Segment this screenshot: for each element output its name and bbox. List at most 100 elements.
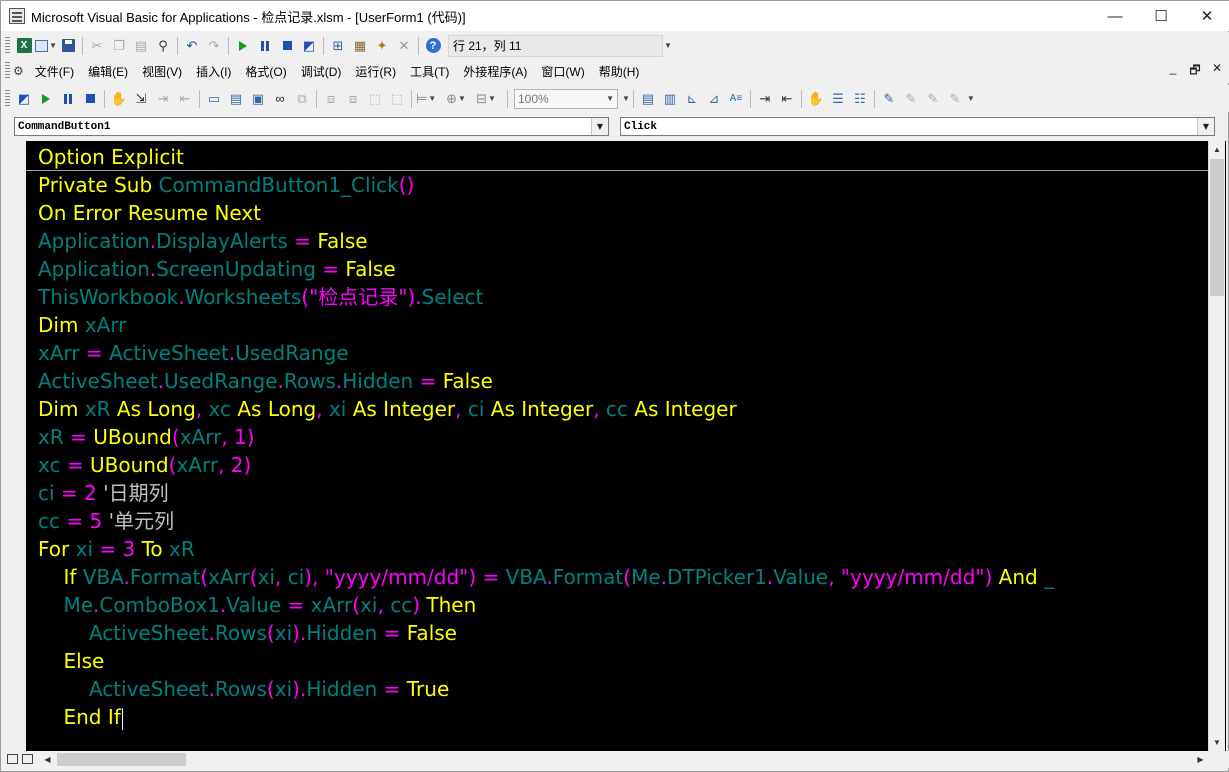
vertical-scrollbar[interactable]: ▲ ▼ [1208,141,1225,751]
code-line[interactable]: Application.ScreenUpdating = False [26,255,1208,283]
vertical-scroll-thumb[interactable] [1210,159,1224,296]
reset-button[interactable] [276,35,298,57]
menu-file[interactable]: 文件(F) [28,60,81,82]
break-button[interactable] [254,35,276,57]
comment-block-button[interactable]: ☰ [827,88,849,110]
scroll-down-button[interactable]: ▼ [1209,734,1225,751]
send-to-back-button[interactable]: ⧈ [342,88,364,110]
menu-debug[interactable]: 调试(D) [294,60,349,82]
code-line[interactable]: cc = 5 '单元列 [26,507,1208,535]
code-line[interactable]: Dim xR As Long, xc As Long, xi As Intege… [26,395,1208,423]
project-explorer-button[interactable]: ⊞ [327,35,349,57]
outdent-button[interactable]: ⇤ [776,88,798,110]
redo-button[interactable]: ↷ [203,35,225,57]
next-bookmark-button[interactable]: ✎ [900,88,922,110]
previous-bookmark-button[interactable]: ✎ [922,88,944,110]
group-button[interactable]: ⬚ [364,88,386,110]
center-button[interactable]: ⊕ ▼ [445,88,467,110]
menu-run[interactable]: 运行(R) [348,60,403,82]
insert-userform-button[interactable]: ▼ [35,35,57,57]
chevron-down-icon[interactable]: ▼ [591,118,608,135]
code-line[interactable]: Application.DisplayAlerts = False [26,227,1208,255]
locals-window-button[interactable]: ▭ [203,88,225,110]
zoom-dropdown[interactable]: 100% ▼ [514,88,618,109]
doc-minimize-button[interactable]: _ [1166,61,1180,82]
indent-button[interactable]: ⇥ [754,88,776,110]
code-line[interactable]: xR = UBound(xArr, 1) [26,423,1208,451]
step-out-button[interactable]: ⇤ [174,88,196,110]
code-line[interactable]: xc = UBound(xArr, 2) [26,451,1208,479]
toolbar-options-icon[interactable]: ▼ [664,41,672,50]
menu-edit[interactable]: 编辑(E) [81,60,135,82]
menu-help[interactable]: 帮助(H) [592,60,647,82]
code-line[interactable]: Else [26,647,1208,675]
toggle-bookmark-button[interactable]: ✎ [878,88,900,110]
minimize-button[interactable]: — [1092,1,1138,31]
chevron-down-icon[interactable]: ▼ [1197,118,1214,135]
scroll-right-button[interactable]: ▶ [1192,751,1209,768]
code-line[interactable]: Private Sub CommandButton1_Click() [26,171,1208,199]
parameter-info-button[interactable]: ⊿ [703,88,725,110]
complete-word-button[interactable]: A≡ [725,88,747,110]
cut-button[interactable]: ✂ [86,35,108,57]
menu-addins[interactable]: 外接程序(A) [456,60,534,82]
clear-bookmarks-button[interactable]: ✎ [944,88,966,110]
paste-button[interactable]: ▤ [130,35,152,57]
design-mode-button[interactable]: ◩ [298,35,320,57]
code-line[interactable]: ActiveSheet.Rows(xi).Hidden = False [26,619,1208,647]
horizontal-scrollbar[interactable]: ◀ ▶ [1,751,1229,768]
toggle-breakpoint-button-2[interactable]: ✋ [805,88,827,110]
toolbox-button[interactable]: ✕ [393,35,415,57]
code-line[interactable]: xArr = ActiveSheet.UsedRange [26,339,1208,367]
reset-button-2[interactable] [79,88,101,110]
code-line[interactable]: ThisWorkbook.Worksheets("检点记录").Select [26,283,1208,311]
code-line[interactable]: End If [26,703,1208,731]
code-line[interactable]: Me.ComboBox1.Value = xArr(xi, cc) Then [26,591,1208,619]
list-constants-button[interactable]: ▥ [659,88,681,110]
toolbar-grip[interactable] [5,36,10,55]
quick-watch-button[interactable]: ∞ [269,88,291,110]
copy-button[interactable]: ❐ [108,35,130,57]
make-same-size-button[interactable]: ⊟ ▼ [475,88,497,110]
run-button[interactable] [232,35,254,57]
design-mode-button-2[interactable]: ◩ [13,88,35,110]
toolbar-options-icon[interactable]: ▼ [967,94,975,103]
doc-restore-button[interactable]: 🗗 [1188,61,1202,82]
code-line[interactable]: ActiveSheet.Rows(xi).Hidden = True [26,675,1208,703]
align-button[interactable]: ⊨ ▼ [415,88,437,110]
run-button-2[interactable] [35,88,57,110]
help-button[interactable]: ? [422,35,444,57]
doc-close-button[interactable]: ✕ [1210,61,1224,82]
code-line[interactable]: If VBA.Format(xArr(xi, ci), "yyyy/mm/dd"… [26,563,1208,591]
call-stack-button[interactable]: ⧉ [291,88,313,110]
properties-button[interactable]: ▦ [349,35,371,57]
toolbar-options-icon[interactable]: ▼ [622,94,630,103]
menu-view[interactable]: 视图(V) [135,60,189,82]
code-line[interactable]: ci = 2 '日期列 [26,479,1208,507]
uncomment-block-button[interactable]: ☷ [849,88,871,110]
code-line[interactable]: Dim xArr [26,311,1208,339]
undo-button[interactable]: ↶ [181,35,203,57]
maximize-button[interactable]: ☐ [1138,1,1184,31]
procedure-dropdown[interactable]: Click ▼ [620,117,1215,136]
break-button-2[interactable] [57,88,79,110]
immediate-window-button[interactable]: ▤ [225,88,247,110]
scroll-up-button[interactable]: ▲ [1209,141,1225,158]
object-browser-button[interactable]: ✦ [371,35,393,57]
horizontal-scroll-thumb[interactable] [57,753,186,766]
toolbar-grip[interactable] [5,89,10,108]
quick-info-button[interactable]: ⊾ [681,88,703,110]
menu-format[interactable]: 格式(O) [238,60,293,82]
code-editor[interactable]: Option Explicit Private Sub CommandButton… [26,141,1226,751]
procedure-view-icon[interactable] [7,754,18,764]
ungroup-button[interactable]: ⬚ [386,88,408,110]
list-properties-button[interactable]: ▤ [637,88,659,110]
find-button[interactable]: ⚲ [152,35,174,57]
code-line[interactable]: On Error Resume Next [26,199,1208,227]
object-dropdown[interactable]: CommandButton1 ▼ [14,117,609,136]
code-line[interactable]: For xi = 3 To xR [26,535,1208,563]
code-text[interactable]: Option Explicit Private Sub CommandButton… [26,143,1208,731]
menu-window[interactable]: 窗口(W) [534,60,591,82]
code-line[interactable]: ActiveSheet.UsedRange.Rows.Hidden = Fals… [26,367,1208,395]
close-button[interactable]: ✕ [1184,1,1229,31]
